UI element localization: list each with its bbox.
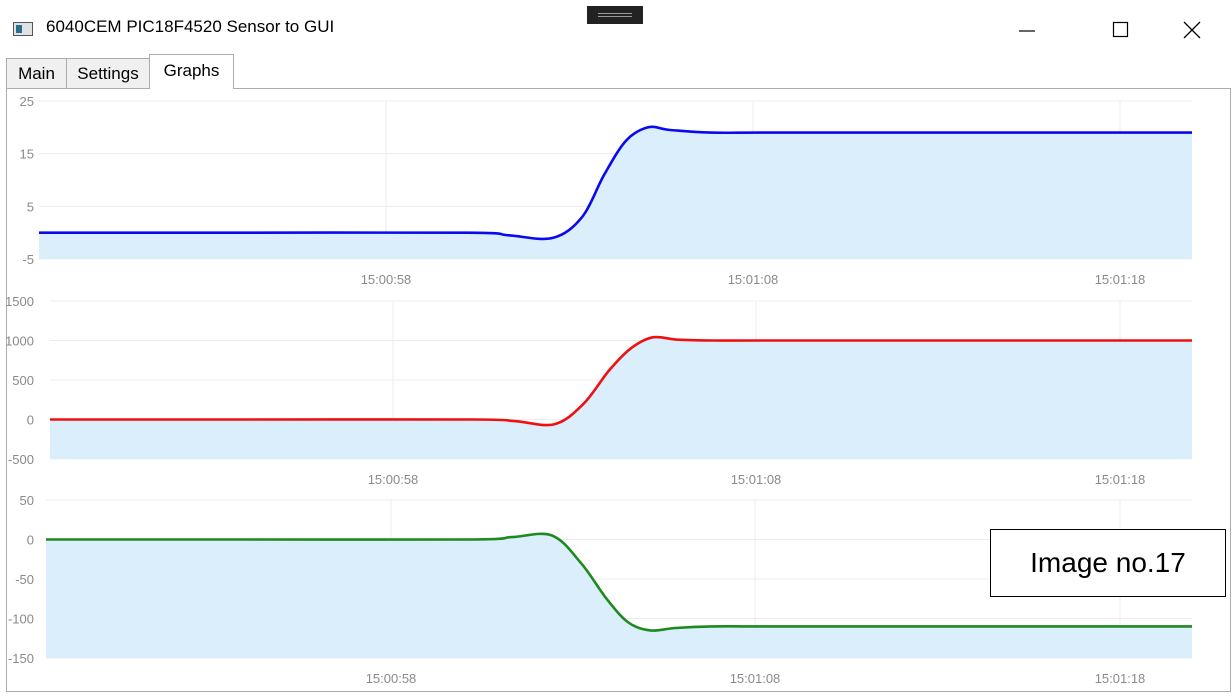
x-tick-label: 15:00:58 xyxy=(368,472,419,487)
x-tick-label: 15:00:58 xyxy=(366,671,417,686)
y-tick-label: -100 xyxy=(8,612,34,627)
x-tick-label: 15:01:08 xyxy=(731,472,782,487)
y-tick-label: -500 xyxy=(8,452,34,467)
y-tick-label: 500 xyxy=(12,373,34,388)
series-area xyxy=(39,126,1192,259)
x-tick-label: 15:01:18 xyxy=(1095,671,1146,686)
y-tick-label: -150 xyxy=(8,651,34,666)
y-tick-label: 15 xyxy=(20,147,34,162)
y-tick-label: 25 xyxy=(20,94,34,109)
y-tick-label: 0 xyxy=(27,413,34,428)
y-tick-label: 5 xyxy=(27,199,34,214)
image-number-label: Image no.17 xyxy=(990,529,1226,597)
x-tick-label: 15:01:18 xyxy=(1095,272,1146,287)
y-tick-label: -5 xyxy=(22,252,34,267)
x-tick-label: 15:01:08 xyxy=(730,671,781,686)
y-tick-label: 0 xyxy=(27,533,34,548)
x-tick-label: 15:01:18 xyxy=(1095,472,1146,487)
series-area xyxy=(50,336,1192,459)
x-tick-label: 15:01:08 xyxy=(728,272,779,287)
y-tick-label: 50 xyxy=(20,493,34,508)
x-tick-label: 15:00:58 xyxy=(361,272,412,287)
y-tick-label: 1000 xyxy=(5,334,34,349)
y-tick-label: -50 xyxy=(15,572,34,587)
tab-graphs[interactable]: Graphs xyxy=(149,54,234,89)
y-tick-label: 1500 xyxy=(5,294,34,309)
